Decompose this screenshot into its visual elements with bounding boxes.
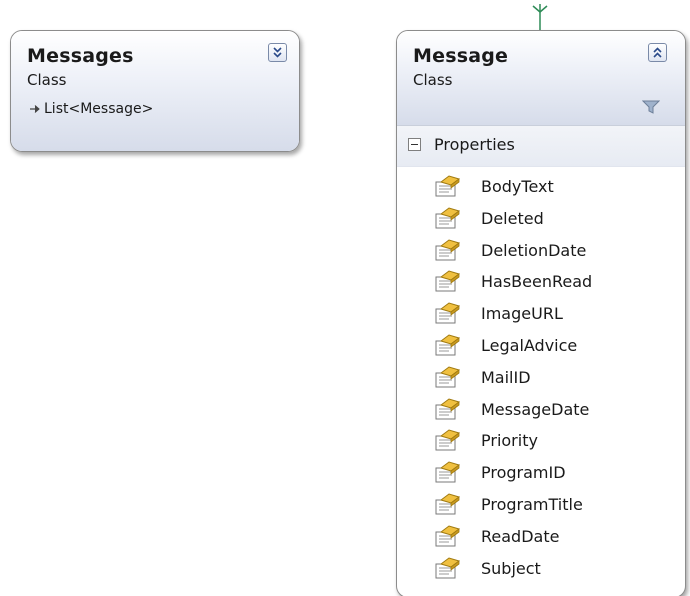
property-item[interactable]: ImageURL [397,299,685,331]
property-item[interactable]: Subject [397,554,685,586]
message-class-header: Message Class [397,31,685,125]
collapse-chevrons-icon[interactable] [648,43,667,62]
messages-class-shape[interactable]: Messages Class List<Message> [10,30,300,152]
property-item[interactable]: ProgramID [397,458,685,490]
property-icon [435,366,461,388]
collapse-compartment-icon[interactable] [408,138,421,151]
property-icon [435,207,461,229]
property-label: ProgramID [481,463,566,483]
property-item[interactable]: HasBeenRead [397,267,685,299]
property-icon [435,302,461,324]
property-label: ImageURL [481,304,563,324]
filter-icon[interactable] [642,99,660,115]
property-icon [435,557,461,579]
messages-class-name: Messages [27,45,134,67]
property-label: BodyText [481,177,554,196]
expand-chevrons-icon[interactable] [268,43,287,62]
association-label: List<Message> [44,101,154,117]
properties-compartment-label: Properties [434,135,515,154]
property-icon [435,429,461,451]
property-label: LegalAdvice [481,335,578,355]
class-diagram-canvas: Messages Class List<Message> Message Cla… [0,0,690,596]
property-icon [435,239,461,261]
property-item[interactable]: ProgramTitle [397,490,685,522]
property-label: MailID [481,367,531,387]
message-class-name: Message [413,45,509,67]
association-connector-icon [532,4,548,30]
property-label: ReadDate [481,526,560,546]
property-label: HasBeenRead [481,272,593,292]
messages-class-header: Messages Class List<Message> [11,31,299,151]
property-item[interactable]: Deleted [397,204,685,236]
property-label: Deleted [481,208,544,228]
property-item[interactable]: ReadDate [397,522,685,554]
property-item[interactable]: MessageDate [397,395,685,427]
property-list: BodyText Deleted DeletionDate HasBeenRea… [397,172,685,585]
property-icon [435,270,461,292]
property-item[interactable]: BodyText [397,172,685,204]
message-class-shape[interactable]: Message Class Properties BodyText Delete… [396,30,686,596]
association-arrow-icon [30,105,40,113]
property-item[interactable]: LegalAdvice [397,331,685,363]
property-label: MessageDate [481,399,590,419]
association-row[interactable]: List<Message> [29,101,153,117]
property-label: DeletionDate [481,240,587,260]
messages-class-kind: Class [27,71,67,89]
property-label: Subject [481,558,541,578]
property-icon [435,334,461,356]
properties-compartment-header[interactable]: Properties [397,125,685,167]
property-icon [435,398,461,420]
property-icon [435,461,461,483]
property-item[interactable]: Priority [397,426,685,458]
message-class-kind: Class [413,71,453,89]
property-icon [435,525,461,547]
property-icon [435,493,461,515]
property-label: ProgramTitle [481,494,583,514]
property-icon [435,175,461,197]
property-label: Priority [481,431,538,451]
property-item[interactable]: DeletionDate [397,236,685,268]
property-item[interactable]: MailID [397,363,685,395]
